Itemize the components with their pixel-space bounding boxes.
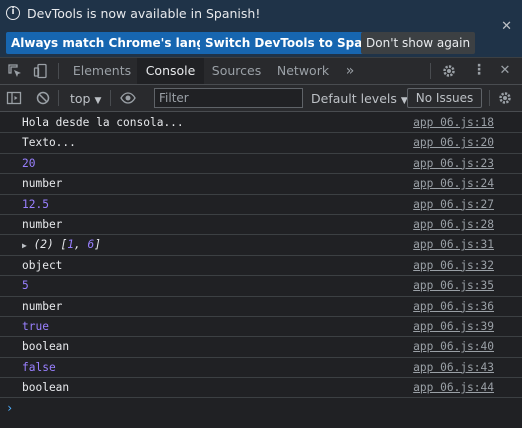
source-link[interactable]: app 06.js:31 — [413, 238, 494, 251]
settings-gear-icon[interactable] — [441, 63, 457, 79]
toolbar-divider — [58, 63, 59, 79]
console-message-text: number — [22, 299, 63, 313]
console-message-row: number app 06.js:36 — [0, 297, 522, 317]
console-toolbar: top ▼ Default levels ▼ No Issues — [0, 85, 522, 112]
toolbar-divider — [58, 90, 59, 106]
devtools-tabbar: Elements Console Sources Network » ⋮ ✕ — [0, 58, 522, 85]
clear-console-icon[interactable] — [35, 90, 51, 106]
context-selector[interactable]: top ▼ — [70, 91, 101, 106]
device-toolbar-icon[interactable] — [33, 63, 49, 79]
log-levels-dropdown[interactable]: Default levels ▼ — [311, 91, 408, 106]
close-devtools-icon[interactable]: ✕ — [499, 63, 511, 79]
show-sidebar-icon[interactable] — [6, 90, 22, 106]
language-infobar: i DevTools is now available in Spanish! … — [0, 0, 522, 58]
tab-console[interactable]: Console — [137, 58, 204, 84]
console-message-row: Texto... app 06.js:20 — [0, 133, 522, 154]
array-value: 1 — [67, 238, 74, 252]
more-options-icon[interactable]: ⋮ — [472, 63, 486, 79]
filter-input[interactable] — [154, 88, 303, 108]
dont-show-again-button[interactable]: Don't show again — [361, 32, 476, 54]
array-value: 6 — [87, 238, 95, 252]
source-link[interactable]: app 06.js:39 — [413, 320, 494, 333]
toolbar-divider — [430, 63, 431, 79]
console-message-row: boolean app 06.js:40 — [0, 337, 522, 358]
console-message-text: true — [22, 319, 49, 333]
toolbar-divider — [489, 90, 490, 106]
issues-button[interactable]: No Issues — [407, 88, 482, 108]
console-message-text: Hola desde la consola... — [22, 116, 184, 129]
console-message-row: ▶ (2) [1, 6] app 06.js:31 — [0, 235, 522, 256]
console-message-text: number — [22, 217, 63, 231]
console-message-text: boolean — [22, 340, 70, 354]
source-link[interactable]: app 06.js:20 — [413, 136, 494, 149]
info-icon: i — [6, 6, 20, 20]
console-message-row: boolean app 06.js:44 — [0, 378, 522, 399]
console-settings-gear-icon[interactable] — [497, 90, 513, 106]
source-link[interactable]: app 06.js:44 — [413, 381, 494, 394]
tab-sources[interactable]: Sources — [205, 58, 268, 84]
source-link[interactable]: app 06.js:40 — [413, 340, 494, 353]
console-message-row: true app 06.js:39 — [0, 317, 522, 338]
console-message-row: false app 06.js:43 — [0, 358, 522, 379]
close-icon[interactable]: ✕ — [501, 19, 512, 34]
console-message-text: 20 — [22, 156, 36, 170]
toolbar-divider — [110, 90, 111, 106]
console-message-text: 5 — [22, 279, 29, 293]
source-link[interactable]: app 06.js:24 — [413, 177, 494, 190]
source-link[interactable]: app 06.js:35 — [413, 279, 494, 292]
console-message-row: Hola desde la consola... app 06.js:18 — [0, 113, 522, 134]
more-tabs-icon[interactable]: » — [340, 58, 360, 84]
console-message-text: 12.5 — [22, 197, 49, 211]
context-value: top — [70, 91, 91, 106]
console-message-row: 5 app 06.js:35 — [0, 276, 522, 297]
source-link[interactable]: app 06.js:28 — [413, 218, 494, 231]
tab-network[interactable]: Network — [269, 58, 337, 84]
source-link[interactable]: app 06.js:27 — [413, 198, 494, 211]
console-message-row: object app 06.js:32 — [0, 256, 522, 277]
infobar-message: DevTools is now available in Spanish! — [27, 6, 261, 21]
source-link[interactable]: app 06.js:32 — [413, 259, 494, 272]
console-message-text[interactable]: ▶ (2) [1, 6] — [22, 238, 101, 251]
console-message-row: 12.5 app 06.js:27 — [0, 195, 522, 215]
array-preview: (2) [1, 6] — [26, 238, 101, 252]
console-messages: Hola desde la consola... app 06.js:18 Text… — [0, 113, 522, 399]
console-message-text: boolean — [22, 381, 70, 395]
console-message-row: number app 06.js:24 — [0, 174, 522, 195]
console-message-text: number — [22, 177, 63, 191]
console-message-row: number app 06.js:28 — [0, 215, 522, 236]
console-message-row: 20 app 06.js:23 — [0, 154, 522, 175]
console-message-text: Texto... — [22, 136, 76, 150]
log-levels-label: Default levels — [311, 91, 397, 106]
console-prompt-icon[interactable]: › — [6, 401, 13, 415]
source-link[interactable]: app 06.js:23 — [413, 157, 494, 170]
live-expression-eye-icon[interactable] — [120, 90, 136, 106]
inspect-element-icon[interactable] — [7, 63, 23, 79]
console-message-text: false — [22, 360, 56, 374]
source-link[interactable]: app 06.js:36 — [413, 300, 494, 313]
source-link[interactable]: app 06.js:18 — [413, 116, 494, 129]
source-link[interactable]: app 06.js:43 — [413, 361, 494, 374]
chevron-down-icon: ▼ — [94, 96, 102, 106]
tab-elements[interactable]: Elements — [68, 58, 136, 84]
console-message-text: object — [22, 258, 63, 272]
